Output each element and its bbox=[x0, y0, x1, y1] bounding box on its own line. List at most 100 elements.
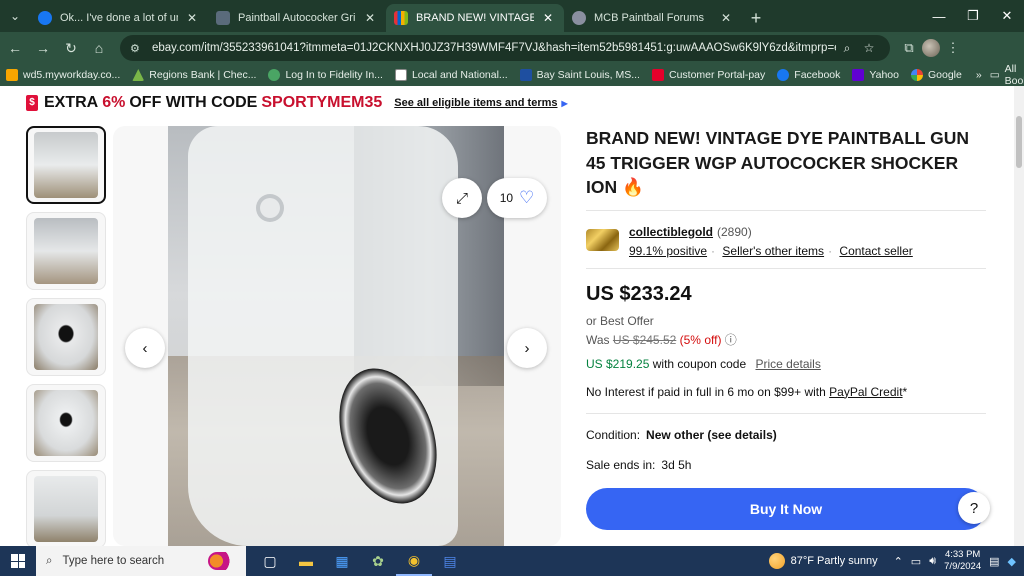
ebay-item-page: $ EXTRA 6% OFF WITH CODE SPORTYMEM35 See… bbox=[0, 86, 1024, 546]
bookmark-item[interactable]: Local and National... bbox=[389, 69, 514, 81]
thumbnail[interactable] bbox=[26, 384, 106, 462]
condition-value[interactable]: New other (see details) bbox=[646, 428, 777, 442]
weather-text: 87°F Partly sunny bbox=[790, 555, 878, 567]
item-price: US $233.24 bbox=[586, 282, 692, 305]
promo-terms-link[interactable]: See all eligible items and terms bbox=[394, 97, 557, 109]
url-text[interactable]: ebay.com/itm/355233961041?itmmeta=01J2CK… bbox=[152, 42, 836, 54]
clock-time: 4:33 PM bbox=[944, 549, 981, 560]
paypal-credit-link[interactable]: PayPal Credit bbox=[829, 385, 902, 399]
buy-it-now-button[interactable]: Buy It Now bbox=[586, 487, 986, 530]
home-icon[interactable]: ⌂ bbox=[86, 35, 112, 61]
tab-grip-frame[interactable]: Paintball Autococker Grip Fram ✕ bbox=[208, 4, 386, 32]
financing-row: No Interest if paid in full in 6 mo on $… bbox=[586, 385, 986, 399]
app-icon[interactable]: ✿ bbox=[360, 546, 396, 576]
profile-avatar[interactable] bbox=[922, 39, 940, 57]
sale-ends-label: Sale ends in: bbox=[586, 457, 656, 472]
sale-ends-value: 3d 5h bbox=[661, 457, 692, 472]
zoom-icon[interactable]: ⌕ bbox=[836, 41, 858, 56]
financing-text: No Interest if paid in full in 6 mo on $… bbox=[586, 384, 826, 399]
bookmark-star-icon[interactable]: ☆ bbox=[858, 41, 880, 55]
close-icon[interactable]: ✕ bbox=[362, 11, 378, 25]
financing-asterisk: * bbox=[902, 384, 908, 399]
bookmarks-overflow-icon[interactable]: » bbox=[968, 69, 990, 81]
thumbnail-image bbox=[34, 132, 98, 198]
close-window-icon[interactable]: ✕ bbox=[990, 0, 1024, 32]
thumbnail[interactable] bbox=[26, 470, 106, 546]
task-view-icon[interactable]: ▢ bbox=[252, 546, 288, 576]
bookmark-item[interactable]: Customer Portal-pay bbox=[646, 69, 771, 81]
price-details-link[interactable]: Price details bbox=[755, 357, 820, 371]
bookmark-item[interactable]: Yahoo bbox=[846, 69, 905, 81]
divider bbox=[586, 209, 986, 211]
forward-icon[interactable]: → bbox=[30, 35, 56, 61]
tab-ebay-listing[interactable]: BRAND NEW! VINTAGE DYE PA ✕ bbox=[386, 4, 564, 32]
bookmark-item[interactable]: wd5.myworkday.co... bbox=[0, 69, 126, 81]
all-bookmarks-button[interactable]: ▭ All Bookmarks bbox=[990, 63, 1024, 87]
bookmark-item[interactable]: Bay Saint Louis, MS... bbox=[514, 69, 646, 81]
scrollbar-thumb[interactable] bbox=[1016, 116, 1022, 168]
sale-ends-row: Sale ends in: 3d 5h bbox=[586, 458, 986, 472]
triangle-right-icon: ▶ bbox=[561, 98, 568, 108]
thumbnail[interactable] bbox=[26, 298, 106, 376]
start-button[interactable] bbox=[0, 546, 36, 576]
forum-icon bbox=[572, 11, 586, 25]
next-image-icon[interactable]: › bbox=[507, 328, 547, 368]
extensions-icon[interactable]: ⧉ bbox=[896, 35, 922, 61]
seller-other-items-link[interactable]: Seller's other items bbox=[722, 244, 824, 258]
thumbnail[interactable] bbox=[26, 212, 106, 290]
bookmark-item[interactable]: Regions Bank | Chec... bbox=[126, 69, 262, 81]
bookmark-item[interactable]: Log In to Fidelity In... bbox=[262, 69, 388, 81]
coupon-tag-icon: $ bbox=[26, 95, 38, 111]
chrome-icon[interactable]: ◉ bbox=[396, 546, 432, 576]
clock[interactable]: 4:33 PM 7/9/2024 bbox=[944, 549, 981, 573]
bookmark-label: Customer Portal-pay bbox=[668, 69, 766, 81]
chevron-up-icon[interactable]: ⌃ bbox=[894, 555, 903, 568]
close-icon[interactable]: ✕ bbox=[184, 11, 200, 25]
seller-feedback-count: (2890) bbox=[717, 224, 752, 239]
seller-info: collectiblegold (2890) 99.1% positive · Se… bbox=[586, 223, 986, 258]
promo-middle: OFF WITH CODE bbox=[129, 94, 258, 111]
help-icon[interactable]: ? bbox=[958, 492, 990, 524]
file-explorer-icon[interactable]: ▬ bbox=[288, 546, 324, 576]
was-label: Was bbox=[586, 332, 610, 347]
watch-button[interactable]: 10 ♡ bbox=[487, 178, 547, 218]
contact-seller-link[interactable]: Contact seller bbox=[839, 244, 912, 258]
tab-facebook[interactable]: Ok... I've done a lot of unique th ✕ bbox=[30, 4, 208, 32]
prev-image-icon[interactable]: ‹ bbox=[125, 328, 165, 368]
copilot-icon[interactable]: ◆ bbox=[1008, 555, 1016, 568]
thumbnail-image bbox=[34, 304, 98, 370]
reload-icon[interactable]: ↻ bbox=[58, 35, 84, 61]
close-icon[interactable]: ✕ bbox=[718, 11, 734, 25]
news-icon bbox=[394, 69, 407, 81]
restore-icon[interactable]: ❐ bbox=[956, 0, 990, 32]
seller-name-link[interactable]: collectiblegold bbox=[629, 225, 713, 239]
site-info-icon[interactable]: ⚙ bbox=[130, 42, 144, 55]
back-icon[interactable]: ← bbox=[2, 35, 28, 61]
info-icon[interactable]: ⓘ bbox=[725, 333, 737, 347]
store-icon[interactable]: ▦ bbox=[324, 546, 360, 576]
tab-mcb-forums[interactable]: MCB Paintball Forums ✕ bbox=[564, 4, 742, 32]
main-image-viewer[interactable]: ⤢ 10 ♡ ‹ › bbox=[113, 126, 561, 546]
taskbar-search[interactable]: ⌕ Type here to search bbox=[36, 546, 246, 576]
network-icon[interactable]: ▭ bbox=[911, 555, 921, 568]
bookmark-label: Yahoo bbox=[869, 69, 899, 81]
positive-feedback-link[interactable]: 99.1% positive bbox=[629, 244, 707, 258]
tab-search-icon[interactable]: ⌄ bbox=[0, 0, 30, 32]
weather-widget[interactable]: 87°F Partly sunny bbox=[768, 553, 878, 569]
bookmark-item[interactable]: Facebook bbox=[771, 69, 846, 81]
address-bar[interactable]: ⚙ ebay.com/itm/355233961041?itmmeta=01J2… bbox=[120, 35, 890, 61]
new-tab-button[interactable]: + bbox=[742, 4, 770, 32]
bookmark-label: Google bbox=[928, 69, 962, 81]
seller-avatar[interactable] bbox=[586, 228, 619, 251]
close-icon[interactable]: ✕ bbox=[540, 11, 556, 25]
volume-icon[interactable]: 🔊︎ bbox=[929, 555, 936, 568]
expand-icon[interactable]: ⤢ bbox=[442, 178, 482, 218]
minimize-icon[interactable]: — bbox=[922, 0, 956, 32]
bookmark-item[interactable]: Google bbox=[905, 69, 968, 81]
page-scrollbar[interactable] bbox=[1014, 86, 1024, 546]
notifications-icon[interactable]: ▤ bbox=[989, 555, 999, 568]
thumbnail[interactable] bbox=[26, 126, 106, 204]
menu-icon[interactable]: ⋮ bbox=[940, 35, 966, 61]
word-icon[interactable]: ▤ bbox=[432, 546, 468, 576]
thumbnail-image bbox=[34, 390, 98, 456]
